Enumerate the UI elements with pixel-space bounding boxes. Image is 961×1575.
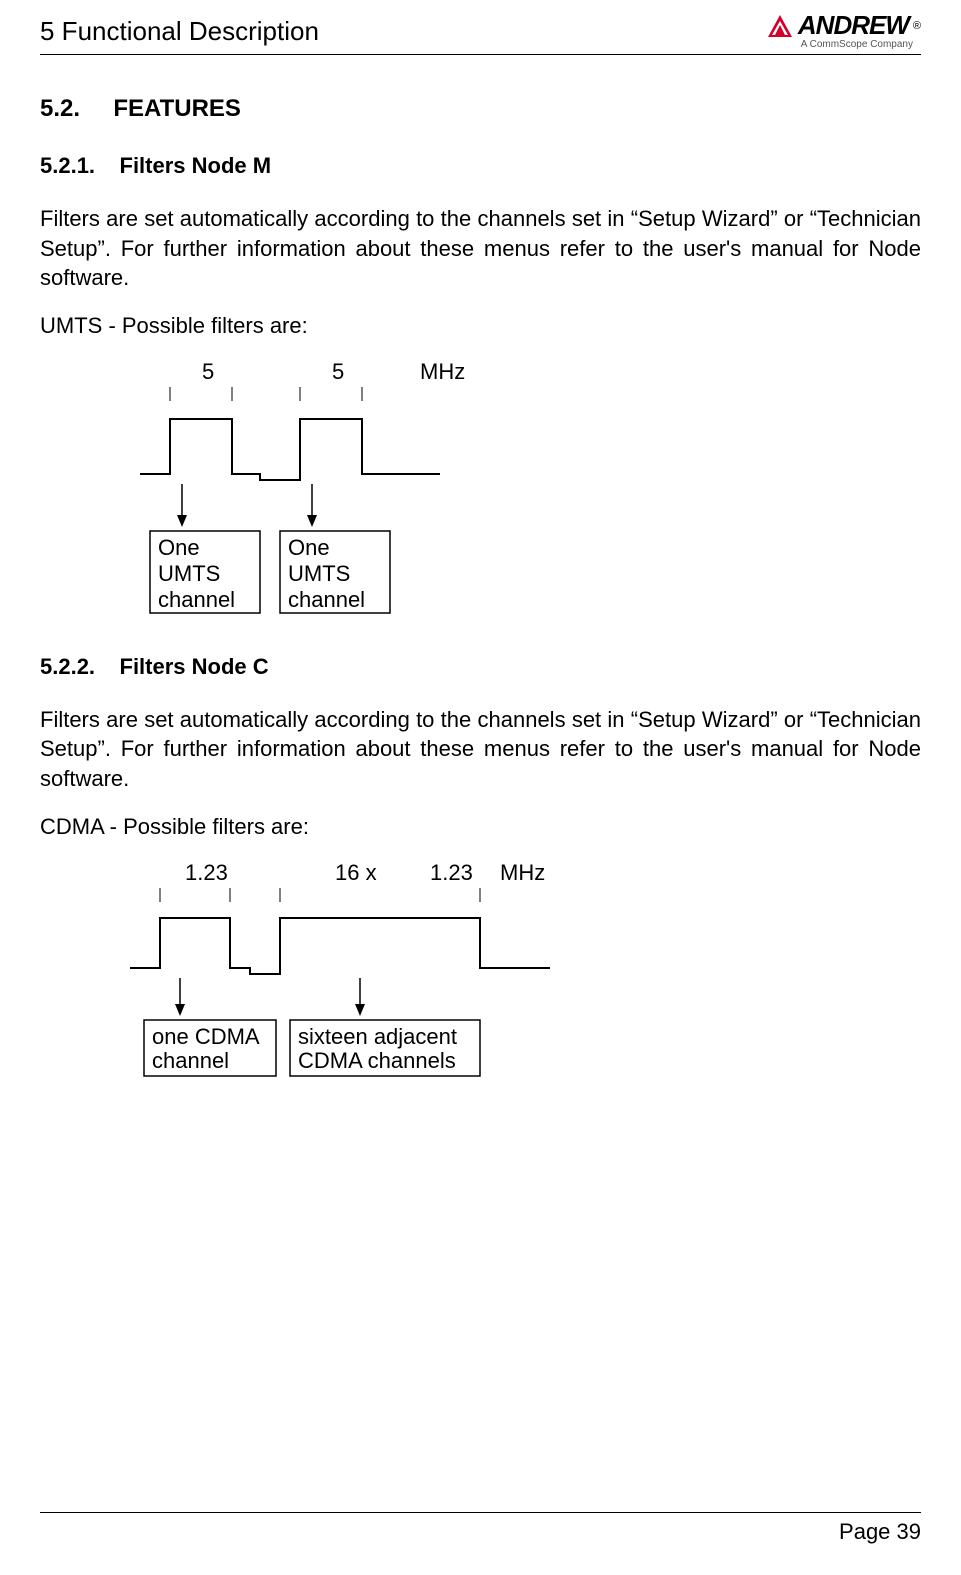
umts-width-1: 5 xyxy=(202,359,214,384)
cdma-width-1: 1.23 xyxy=(185,860,228,885)
section-5-2-1-heading: 5.2.1. Filters Node M xyxy=(40,153,921,179)
umts-box2-l3: channel xyxy=(288,587,365,612)
page-number: Page 39 xyxy=(839,1519,921,1544)
diagram-umts-svg: 5 5 MHz One UMTS channel One UMTS channe… xyxy=(130,359,510,619)
cdma-box2-l1: sixteen adjacent xyxy=(298,1024,457,1049)
para-5-2-1: Filters are set automatically according … xyxy=(40,204,921,293)
section-5-2-title: FEATURES xyxy=(113,95,241,122)
cdma-box1-l1: one CDMA xyxy=(152,1024,260,1049)
filters-line-umts: UMTS - Possible filters are: xyxy=(40,311,921,341)
umts-box2-l2: UMTS xyxy=(288,561,350,586)
umts-box1-l1: One xyxy=(158,535,200,560)
page-header: 5 Functional Description ANDREW ® A Comm… xyxy=(40,10,921,55)
umts-box1-l3: channel xyxy=(158,587,235,612)
logo-mark-icon xyxy=(766,13,794,39)
cdma-mult: 16 x xyxy=(335,860,377,885)
logo-tagline: A CommScope Company xyxy=(801,39,913,50)
umts-box1-l2: UMTS xyxy=(158,561,220,586)
section-5-2-1-num: 5.2.1. xyxy=(40,153,95,178)
diagram-cdma-svg: 1.23 16 x 1.23 MHz one CDMA channel sixt… xyxy=(130,860,610,1080)
cdma-box2-l2: CDMA channels xyxy=(298,1048,456,1073)
brand-logo: ANDREW ® A CommScope Company xyxy=(766,10,921,50)
umts-width-2: 5 xyxy=(332,359,344,384)
section-5-2-2-heading: 5.2.2. Filters Node C xyxy=(40,654,921,680)
cdma-width-2: 1.23 xyxy=(430,860,473,885)
diagram-umts: 5 5 MHz One UMTS channel One UMTS channe… xyxy=(130,359,921,624)
filters-line-cdma: CDMA - Possible filters are: xyxy=(40,812,921,842)
para-5-2-2: Filters are set automatically according … xyxy=(40,705,921,794)
chapter-title: 5 Functional Description xyxy=(40,10,319,47)
section-5-2-2-title: Filters Node C xyxy=(120,654,269,679)
cdma-unit: MHz xyxy=(500,860,545,885)
section-5-2-num: 5.2. xyxy=(40,95,80,122)
logo-text: ANDREW xyxy=(798,10,909,41)
page-footer: Page 39 xyxy=(40,1512,921,1545)
section-5-2-2-num: 5.2.2. xyxy=(40,654,95,679)
umts-box2-l1: One xyxy=(288,535,330,560)
section-5-2-heading: 5.2. FEATURES xyxy=(40,95,921,123)
section-5-2-1-title: Filters Node M xyxy=(120,153,272,178)
cdma-box1-l2: channel xyxy=(152,1048,229,1073)
diagram-cdma: 1.23 16 x 1.23 MHz one CDMA channel sixt… xyxy=(130,860,921,1085)
umts-unit: MHz xyxy=(420,359,465,384)
